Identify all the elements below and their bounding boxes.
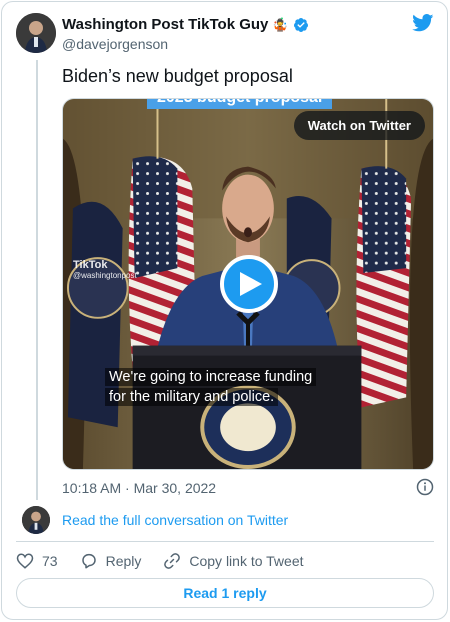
- video-thumbnail[interactable]: 2023 budget proposal TikTok @washingtonp…: [62, 98, 434, 470]
- like-count: 73: [42, 553, 58, 569]
- avatar-photo-icon: [16, 13, 56, 53]
- copy-link-label: Copy link to Tweet: [189, 553, 304, 569]
- reply-button[interactable]: Reply: [80, 552, 142, 570]
- heart-icon: [16, 553, 34, 569]
- play-button[interactable]: [220, 255, 278, 313]
- twitter-bird-icon[interactable]: [412, 14, 434, 32]
- reply-label: Reply: [105, 553, 142, 569]
- author-handle[interactable]: @davejorgenson: [62, 36, 168, 52]
- verified-badge-icon: [293, 17, 308, 32]
- tiktok-brand-label: TikTok: [73, 259, 108, 271]
- reply-icon: [81, 553, 96, 569]
- link-icon: [164, 553, 181, 569]
- video-caption: We're going to increase funding for the …: [105, 367, 329, 407]
- divider: [16, 541, 434, 542]
- author-avatar[interactable]: [16, 13, 56, 53]
- tiktok-watermark: TikTok @washingtonpost: [73, 259, 137, 280]
- watch-on-twitter-button[interactable]: Watch on Twitter: [293, 111, 425, 140]
- tiktok-handle-label: @washingtonpost: [73, 271, 137, 280]
- author-name-row[interactable]: Washington Post TikTok Guy 🤹: [62, 16, 309, 33]
- read-replies-button[interactable]: Read 1 reply: [16, 578, 434, 608]
- caption-line-1: We're going to increase funding: [105, 368, 317, 386]
- tweet-text: Biden’s new budget proposal: [62, 66, 293, 86]
- copy-link-button[interactable]: Copy link to Tweet: [163, 552, 304, 570]
- tweet-timestamp[interactable]: 10:18 AM · Mar 30, 2022: [62, 480, 216, 496]
- video-banner-text: 2023 budget proposal: [147, 99, 333, 109]
- juggler-emoji-icon: 🤹: [272, 16, 289, 32]
- conversation-avatar[interactable]: [22, 506, 50, 534]
- action-bar: 73 Reply Copy link to Tweet: [16, 550, 326, 572]
- info-icon[interactable]: [416, 478, 434, 496]
- avatar-photo-icon: [22, 506, 50, 534]
- read-conversation-link[interactable]: Read the full conversation on Twitter: [62, 512, 288, 528]
- author-display-name[interactable]: Washington Post TikTok Guy: [62, 16, 268, 33]
- like-button[interactable]: 73: [16, 552, 58, 570]
- thread-line: [36, 60, 38, 500]
- caption-line-2: for the military and police.: [105, 388, 279, 406]
- play-icon: [240, 272, 262, 296]
